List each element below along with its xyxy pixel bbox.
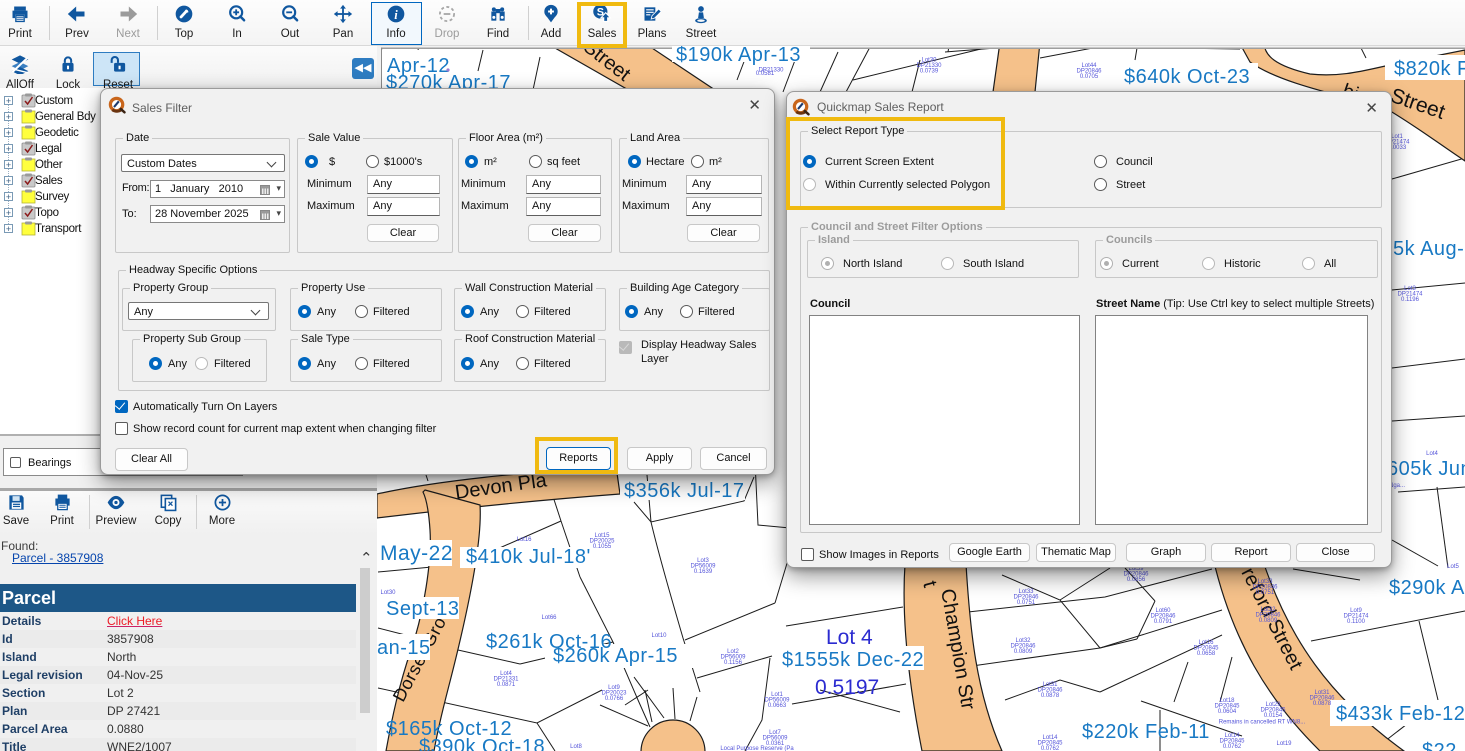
- svg-text:Lot10: Lot10: [651, 633, 667, 639]
- svg-text:0.0154: 0.0154: [1264, 713, 1283, 719]
- svg-text:0.1639: 0.1639: [694, 569, 713, 575]
- svg-text:$390k Oct-18: $390k Oct-18: [419, 736, 545, 751]
- svg-text:$190k Apr-13: $190k Apr-13: [676, 44, 801, 66]
- svg-text:0.0762: 0.0762: [1223, 744, 1242, 750]
- svg-text:0.1055: 0.1055: [593, 544, 612, 550]
- svg-text:0.0762: 0.0762: [1041, 746, 1060, 751]
- svg-text:Local Purpose Reserve (Pa: Local Purpose Reserve (Pa: [720, 746, 794, 751]
- svg-text:$356k Jul-17: $356k Jul-17: [624, 480, 745, 502]
- svg-text:$410k Jul-18': $410k Jul-18': [466, 546, 591, 568]
- svg-text:$260k Apr-15: $260k Apr-15: [553, 645, 678, 667]
- svg-text:$1555k Dec-22: $1555k Dec-22: [782, 649, 924, 671]
- svg-text:0.1100: 0.1100: [1347, 619, 1366, 625]
- svg-text:$820k F: $820k F: [1394, 58, 1465, 80]
- svg-text:0.1156: 0.1156: [724, 660, 743, 666]
- svg-text:0.0663: 0.0663: [768, 703, 787, 709]
- svg-text:Lot 4: Lot 4: [826, 626, 873, 649]
- svg-text:0.0766: 0.0766: [605, 696, 624, 702]
- svg-text:0.0878: 0.0878: [1041, 693, 1060, 699]
- svg-text:Lot30: Lot30: [380, 590, 396, 596]
- svg-text:May-22: May-22: [380, 542, 453, 565]
- svg-text:0.0604: 0.0604: [1218, 709, 1237, 715]
- svg-text:0.0856: 0.0856: [1127, 577, 1146, 583]
- svg-text:0.0581: 0.0581: [756, 71, 775, 77]
- svg-text:0.0658: 0.0658: [1197, 651, 1216, 657]
- svg-text:0.0739: 0.0739: [920, 69, 939, 75]
- svg-text:0.1196: 0.1196: [1401, 297, 1420, 303]
- svg-text:0.0751: 0.0751: [1256, 590, 1275, 596]
- svg-text:Remains in cancelled RT WN8...: Remains in cancelled RT WN8...: [1219, 720, 1306, 726]
- svg-text:$220k Feb-11: $220k Feb-11: [1082, 721, 1210, 743]
- svg-text:0.0809: 0.0809: [1014, 649, 1033, 655]
- svg-text:i: i: [394, 8, 398, 22]
- svg-text:0.0705: 0.0705: [1080, 74, 1099, 80]
- svg-text:0.0871: 0.0871: [497, 682, 516, 688]
- svg-text:Lot66: Lot66: [541, 615, 557, 621]
- svg-text:0.0751: 0.0751: [1017, 600, 1036, 606]
- svg-text:0.5197: 0.5197: [815, 676, 879, 699]
- svg-text:Sept-13: Sept-13: [386, 598, 460, 620]
- svg-text:$290k A: $290k A: [1389, 577, 1465, 599]
- svg-text:5k Aug-1: 5k Aug-1: [1393, 238, 1465, 260]
- svg-text:0.0878: 0.0878: [1313, 701, 1332, 707]
- svg-text:$433k Feb-12: $433k Feb-12: [1336, 703, 1465, 725]
- svg-text:$22: $22: [1422, 740, 1457, 751]
- svg-text:Lot4: Lot4: [1426, 451, 1438, 457]
- svg-text:0.0791: 0.0791: [1154, 619, 1173, 625]
- svg-text:Lot5: Lot5: [1447, 564, 1459, 570]
- svg-text:Lot8: Lot8: [570, 744, 582, 750]
- svg-text:$640k Oct-23: $640k Oct-23: [1124, 66, 1250, 88]
- svg-text:Lot19: Lot19: [1276, 741, 1292, 747]
- svg-text:0.0809: 0.0809: [1259, 618, 1278, 624]
- svg-text:an-15: an-15: [377, 637, 431, 659]
- svg-text:Lot16: Lot16: [516, 537, 532, 543]
- svg-text:605k Jun-: 605k Jun-: [1387, 458, 1465, 480]
